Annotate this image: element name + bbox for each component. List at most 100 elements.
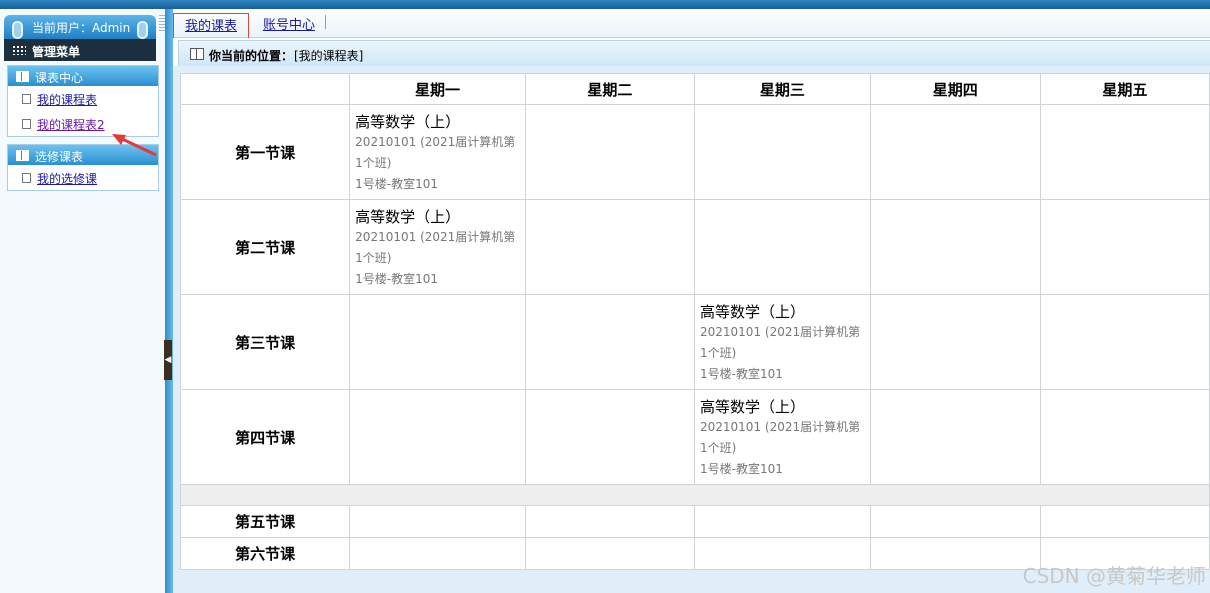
tab-account-center-label[interactable]: 账号中心 xyxy=(263,18,315,33)
tab-my-schedule[interactable]: 我的课表 xyxy=(173,13,249,38)
section-header-schedule[interactable]: 课表中心 xyxy=(8,66,158,86)
course-class: 20210101 (2021届计算机第1个班) xyxy=(355,134,516,170)
ring-icon xyxy=(12,21,23,39)
lunch-separator-row xyxy=(180,484,1210,506)
course-name: 高等数学（上） xyxy=(700,302,806,321)
period-label: 第一节课 xyxy=(179,104,351,200)
splitter[interactable] xyxy=(165,9,173,593)
schedule-cell[interactable] xyxy=(869,537,1041,570)
section-title: 选修课表 xyxy=(35,150,84,164)
schedule-cell[interactable] xyxy=(694,199,871,295)
course-class: 20210101 (2021届计算机第1个班) xyxy=(355,229,516,265)
schedule-cell[interactable] xyxy=(694,505,871,538)
course-room: 1号楼-教室101 xyxy=(700,461,783,476)
schedule-cell[interactable] xyxy=(1039,389,1210,485)
course-entry[interactable]: 高等数学（上） 20210101 (2021届计算机第1个班) 1号楼-教室10… xyxy=(350,202,525,293)
tab-bar: 我的课表 账号中心 xyxy=(173,9,1210,38)
menu-section-schedule: 课表中心 我的课程表 我的课程表2 xyxy=(7,65,159,137)
timetable-header-row: 星期一 星期二 星期三 星期四 星期五 xyxy=(179,73,1210,105)
ring-icon xyxy=(137,21,148,39)
period-label: 第五节课 xyxy=(179,505,351,538)
sidebar-item-my-electives[interactable]: 我的选修课 xyxy=(8,165,158,190)
period-label: 第三节课 xyxy=(179,294,351,390)
course-name: 高等数学（上） xyxy=(355,207,461,226)
document-icon xyxy=(22,94,31,104)
menu-title: 管理菜单 xyxy=(32,45,81,59)
book-icon xyxy=(16,150,29,161)
day-header: 星期五 xyxy=(1039,73,1210,105)
sidebar-link-my-schedule[interactable]: 我的课程表 xyxy=(37,91,97,108)
schedule-cell[interactable] xyxy=(524,199,696,295)
course-class: 20210101 (2021届计算机第1个班) xyxy=(700,324,861,360)
schedule-cell[interactable] xyxy=(524,505,696,538)
section-title: 课表中心 xyxy=(35,71,84,85)
schedule-cell[interactable] xyxy=(869,199,1041,295)
course-name: 高等数学（上） xyxy=(700,397,806,416)
schedule-cell[interactable] xyxy=(349,537,526,570)
course-entry[interactable]: 高等数学（上） 20210101 (2021届计算机第1个班) 1号楼-教室10… xyxy=(695,297,870,388)
schedule-cell[interactable]: 高等数学（上） 20210101 (2021届计算机第1个班) 1号楼-教室10… xyxy=(349,104,526,200)
sidebar-item-my-schedule[interactable]: 我的课程表 xyxy=(8,86,158,111)
schedule-cell[interactable] xyxy=(1039,104,1210,200)
table-row: 第五节课 xyxy=(179,505,1210,538)
course-class: 20210101 (2021届计算机第1个班) xyxy=(700,419,861,455)
table-row: 第一节课 高等数学（上） 20210101 (2021届计算机第1个班) 1号楼… xyxy=(179,104,1210,200)
course-entry[interactable]: 高等数学（上） 20210101 (2021届计算机第1个班) 1号楼-教室10… xyxy=(350,107,525,198)
period-label: 第六节课 xyxy=(179,537,351,570)
current-user-bar: 当前用户：Admin xyxy=(4,15,156,39)
schedule-cell[interactable] xyxy=(1039,294,1210,390)
sidebar-link-my-electives[interactable]: 我的选修课 xyxy=(37,170,97,187)
schedule-cell[interactable] xyxy=(869,104,1041,200)
schedule-cell[interactable] xyxy=(1039,199,1210,295)
table-row: 第二节课 高等数学（上） 20210101 (2021届计算机第1个班) 1号楼… xyxy=(179,199,1210,295)
schedule-cell[interactable] xyxy=(694,104,871,200)
day-header: 星期一 xyxy=(349,73,526,105)
collapse-sidebar-button[interactable]: ◀ xyxy=(164,340,172,380)
schedule-cell[interactable] xyxy=(869,505,1041,538)
tab-account-center[interactable]: 账号中心 xyxy=(263,13,315,37)
document-icon xyxy=(22,119,31,129)
schedule-cell[interactable] xyxy=(349,505,526,538)
schedule-cell[interactable] xyxy=(524,294,696,390)
breadcrumb-value: [我的课程表] xyxy=(294,49,364,63)
book-icon xyxy=(16,71,29,82)
schedule-cell[interactable] xyxy=(1039,505,1210,538)
schedule-cell[interactable] xyxy=(524,389,696,485)
schedule-cell[interactable] xyxy=(869,389,1041,485)
schedule-cell[interactable] xyxy=(869,294,1041,390)
sidebar-link-my-schedule-2[interactable]: 我的课程表2 xyxy=(37,116,105,133)
schedule-cell[interactable]: 高等数学（上） 20210101 (2021届计算机第1个班) 1号楼-教室10… xyxy=(349,199,526,295)
course-entry[interactable]: 高等数学（上） 20210101 (2021届计算机第1个班) 1号楼-教室10… xyxy=(695,392,870,483)
breadcrumb-label: 你当前的位置： xyxy=(209,49,294,63)
schedule-cell[interactable] xyxy=(349,294,526,390)
day-header: 星期二 xyxy=(524,73,696,105)
timetable: 星期一 星期二 星期三 星期四 星期五 第一节课 高等数学（上） 2021010… xyxy=(179,73,1210,570)
top-strip xyxy=(0,0,1210,9)
course-room: 1号楼-教室101 xyxy=(355,176,439,191)
schedule-cell[interactable]: 高等数学（上） 20210101 (2021届计算机第1个班) 1号楼-教室10… xyxy=(694,294,871,390)
course-name: 高等数学（上） xyxy=(355,112,461,131)
period-label: 第四节课 xyxy=(179,389,351,485)
schedule-cell[interactable] xyxy=(524,104,696,200)
tab-my-schedule-label[interactable]: 我的课表 xyxy=(185,19,237,34)
course-room: 1号楼-教室101 xyxy=(355,271,439,286)
breadcrumb: 你当前的位置： [我的课程表] xyxy=(178,40,1210,68)
schedule-cell[interactable]: 高等数学（上） 20210101 (2021届计算机第1个班) 1号楼-教室10… xyxy=(694,389,871,485)
grid-icon xyxy=(12,45,26,55)
day-header: 星期四 xyxy=(869,73,1041,105)
current-user-label: 当前用户：Admin xyxy=(32,21,131,35)
schedule-cell[interactable] xyxy=(349,389,526,485)
corner-cell xyxy=(179,73,351,105)
separator-cell xyxy=(180,484,1210,506)
course-room: 1号楼-教室101 xyxy=(700,366,783,381)
period-label: 第二节课 xyxy=(179,199,351,295)
day-header: 星期三 xyxy=(694,73,871,105)
tab-divider xyxy=(325,15,326,29)
schedule-cell[interactable] xyxy=(524,537,696,570)
table-row: 第三节课 高等数学（上） 20210101 (2021届计算机第1个班) 1号楼… xyxy=(179,294,1210,390)
table-row: 第四节课 高等数学（上） 20210101 (2021届计算机第1个班) 1号楼… xyxy=(179,389,1210,485)
book-icon xyxy=(190,48,204,60)
schedule-cell[interactable] xyxy=(694,537,871,570)
menu-header: 管理菜单 xyxy=(4,39,156,61)
red-arrow-annotation xyxy=(112,134,157,157)
